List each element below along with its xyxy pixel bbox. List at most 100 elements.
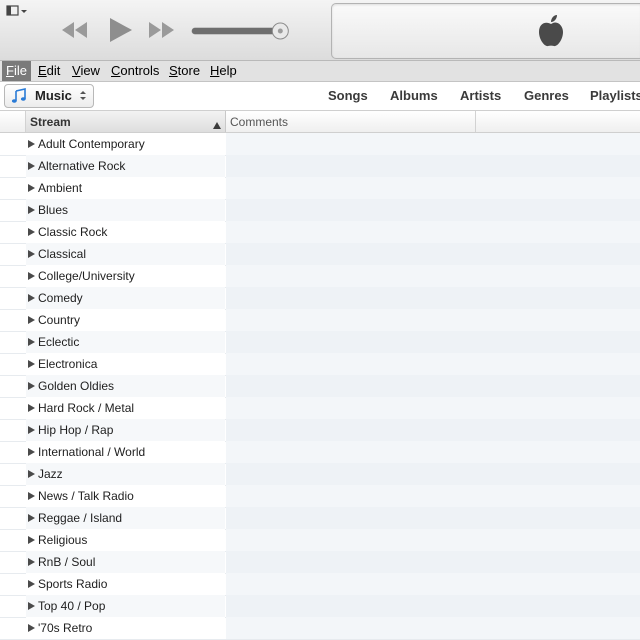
genre-label: College/University xyxy=(38,269,135,283)
disclosure-triangle-icon[interactable] xyxy=(28,228,35,236)
row-gutter xyxy=(0,397,25,419)
list-item[interactable]: Reggae / Island xyxy=(0,507,640,530)
list-item[interactable]: Hard Rock / Metal xyxy=(0,397,640,420)
list-item[interactable]: Top 40 / Pop xyxy=(0,595,640,618)
menu-label-rest: iew xyxy=(80,63,100,78)
genre-label: Hip Hop / Rap xyxy=(38,423,114,437)
disclosure-triangle-icon[interactable] xyxy=(28,404,35,412)
genre-label: Religious xyxy=(38,533,88,547)
list-item[interactable]: Adult Contemporary xyxy=(0,133,640,156)
list-item[interactable]: '70s Retro xyxy=(0,617,640,640)
list-item[interactable]: Comedy xyxy=(0,287,640,310)
list-item[interactable]: Classical xyxy=(0,243,640,266)
row-gutter xyxy=(0,265,25,287)
menu-edit[interactable]: Edit xyxy=(34,61,64,81)
list-item[interactable]: Golden Oldies xyxy=(0,375,640,398)
sidebar-toggle-icon[interactable] xyxy=(6,4,28,18)
comments-cell xyxy=(226,155,640,177)
list-item[interactable]: Alternative Rock xyxy=(0,155,640,178)
disclosure-triangle-icon[interactable] xyxy=(28,514,35,522)
disclosure-triangle-icon[interactable] xyxy=(28,206,35,214)
volume-slider[interactable] xyxy=(190,20,296,42)
menu-mnemonic: S xyxy=(169,63,178,78)
menu-store[interactable]: Store xyxy=(165,61,204,81)
column-header-stream[interactable]: Stream xyxy=(26,111,226,132)
list-item[interactable]: News / Talk Radio xyxy=(0,485,640,508)
disclosure-triangle-icon[interactable] xyxy=(28,558,35,566)
genre-label: Hard Rock / Metal xyxy=(38,401,135,415)
menu-mnemonic: H xyxy=(210,63,220,78)
genre-label: Sports Radio xyxy=(38,577,108,591)
menu-label-rest: elp xyxy=(219,63,237,78)
menu-help[interactable]: Help xyxy=(206,61,241,81)
tab-albums[interactable]: Albums xyxy=(390,88,438,103)
genre-label: '70s Retro xyxy=(38,621,93,635)
tab-genres[interactable]: Genres xyxy=(524,88,569,103)
row-gutter xyxy=(0,155,25,177)
row-gutter xyxy=(0,551,25,573)
play-icon[interactable] xyxy=(106,16,134,44)
disclosure-triangle-icon[interactable] xyxy=(28,360,35,368)
list-item[interactable]: Ambient xyxy=(0,177,640,200)
menu-view[interactable]: View xyxy=(68,61,104,81)
list-item[interactable]: Eclectic xyxy=(0,331,640,354)
comments-cell xyxy=(226,199,640,221)
genre-label: Eclectic xyxy=(38,335,80,349)
disclosure-triangle-icon[interactable] xyxy=(28,536,35,544)
column-header-comments-label: Comments xyxy=(230,115,289,129)
genre-label: Ambient xyxy=(38,181,83,195)
disclosure-triangle-icon[interactable] xyxy=(28,470,35,478)
list-item[interactable]: Jazz xyxy=(0,463,640,486)
tab-artists[interactable]: Artists xyxy=(460,88,501,103)
list-item[interactable]: Country xyxy=(0,309,640,332)
disclosure-triangle-icon[interactable] xyxy=(28,184,35,192)
comments-cell xyxy=(226,331,640,353)
row-gutter xyxy=(0,133,25,155)
media-kind-selector[interactable]: Music xyxy=(4,84,94,108)
list-item[interactable]: College/University xyxy=(0,265,640,288)
row-gutter xyxy=(0,617,25,639)
disclosure-triangle-icon[interactable] xyxy=(28,602,35,610)
list-item[interactable]: Blues xyxy=(0,199,640,222)
genre-label: Top 40 / Pop xyxy=(38,599,106,613)
row-gutter xyxy=(0,375,25,397)
menu-controls[interactable]: Controls xyxy=(107,61,163,81)
comments-cell xyxy=(226,309,640,331)
disclosure-triangle-icon[interactable] xyxy=(28,316,35,324)
row-gutter xyxy=(0,485,25,507)
disclosure-triangle-icon[interactable] xyxy=(28,382,35,390)
disclosure-triangle-icon[interactable] xyxy=(28,426,35,434)
disclosure-triangle-icon[interactable] xyxy=(28,162,35,170)
list-item[interactable]: Hip Hop / Rap xyxy=(0,419,640,442)
fast-forward-icon[interactable] xyxy=(146,20,176,40)
comments-cell xyxy=(226,177,640,199)
list-item[interactable]: Religious xyxy=(0,529,640,552)
genre-label: Blues xyxy=(38,203,69,217)
disclosure-triangle-icon[interactable] xyxy=(28,580,35,588)
disclosure-triangle-icon[interactable] xyxy=(28,492,35,500)
list-item[interactable]: International / World xyxy=(0,441,640,464)
comments-cell xyxy=(226,463,640,485)
column-header-comments[interactable]: Comments xyxy=(226,111,476,132)
disclosure-triangle-icon[interactable] xyxy=(28,294,35,302)
row-gutter xyxy=(0,287,25,309)
disclosure-triangle-icon[interactable] xyxy=(28,624,35,632)
list-item[interactable]: Classic Rock xyxy=(0,221,640,244)
disclosure-triangle-icon[interactable] xyxy=(28,338,35,346)
list-item[interactable]: Sports Radio xyxy=(0,573,640,596)
rewind-icon[interactable] xyxy=(60,20,90,40)
menu-label-rest: ile xyxy=(13,63,27,78)
menu-label-rest: tore xyxy=(177,63,201,78)
tab-songs[interactable]: Songs xyxy=(328,88,368,103)
list-item[interactable]: Electronica xyxy=(0,353,640,376)
tab-playlists[interactable]: Playlists xyxy=(590,88,640,103)
disclosure-triangle-icon[interactable] xyxy=(28,448,35,456)
disclosure-triangle-icon[interactable] xyxy=(28,140,35,148)
list-item[interactable]: RnB / Soul xyxy=(0,551,640,574)
disclosure-triangle-icon[interactable] xyxy=(28,272,35,280)
disclosure-triangle-icon[interactable] xyxy=(28,250,35,258)
row-gutter xyxy=(0,419,25,441)
menu-file[interactable]: File xyxy=(2,61,31,81)
genre-label: RnB / Soul xyxy=(38,555,96,569)
menu-mnemonic: F xyxy=(6,63,14,78)
